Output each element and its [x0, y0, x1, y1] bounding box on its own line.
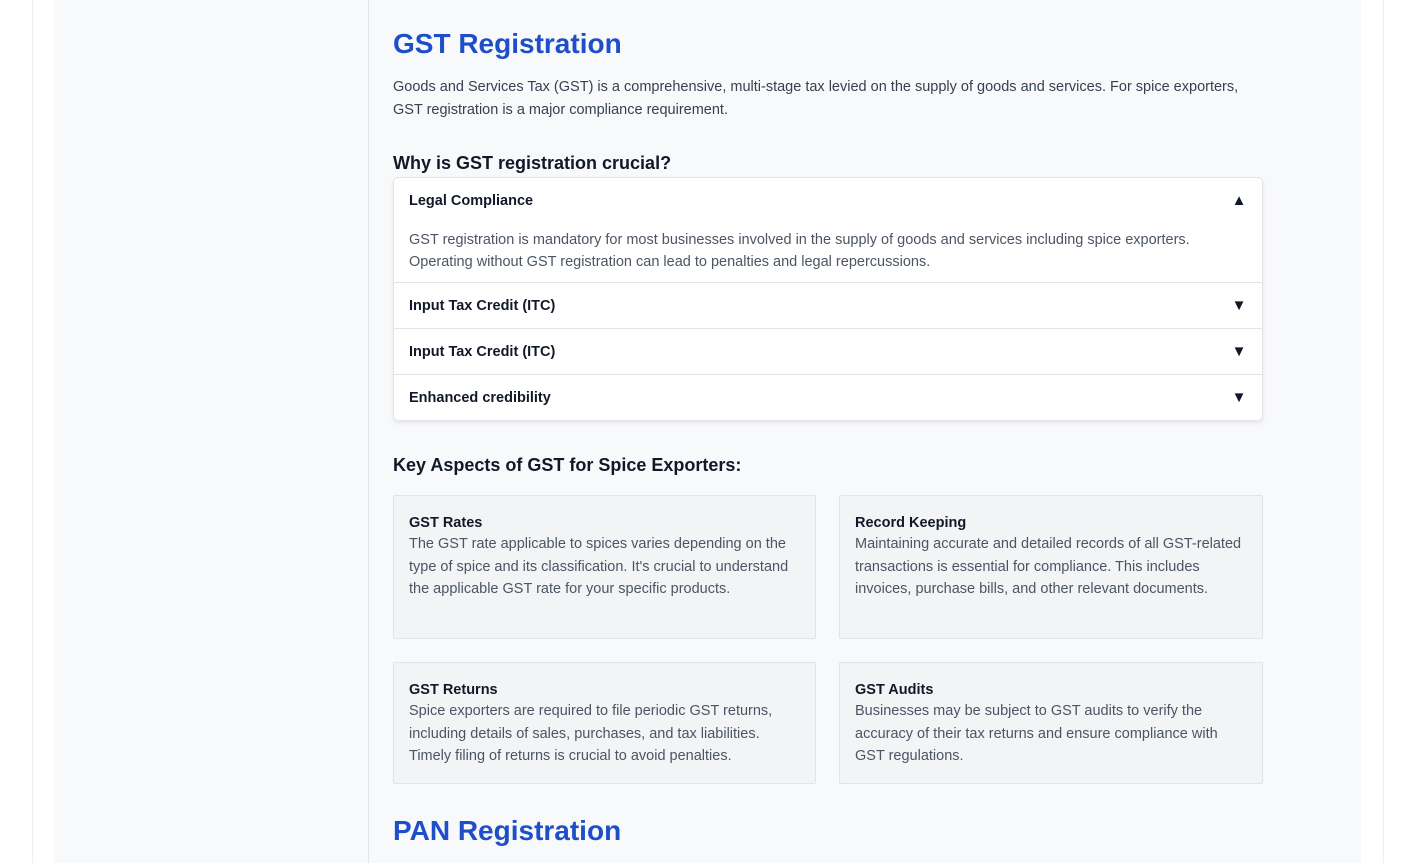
card-text: Businesses may be subject to GST audits … — [855, 703, 1218, 764]
gst-accordion: Legal Compliance ▲ GST registration is m… — [393, 177, 1263, 421]
card-gst-returns: GST Returns Spice exporters are required… — [393, 662, 816, 784]
gst-intro-text: Goods and Services Tax (GST) is a compre… — [393, 79, 1239, 118]
chevron-down-icon: ▼ — [1231, 343, 1247, 360]
accordion-header-input-tax-credit[interactable]: Input Tax Credit (ITC) ▼ — [394, 283, 1262, 328]
accordion-item-input-tax-credit-2: Input Tax Credit (ITC) ▼ — [394, 328, 1262, 374]
accordion-item-enhanced-credibility: Enhanced credibility ▼ — [394, 374, 1262, 420]
accordion-title: Input Tax Credit (ITC) — [409, 297, 556, 314]
accordion-item-input-tax-credit: Input Tax Credit (ITC) ▼ — [394, 282, 1262, 328]
chevron-up-icon: ▲ — [1231, 192, 1247, 209]
accordion-header-input-tax-credit-2[interactable]: Input Tax Credit (ITC) ▼ — [394, 329, 1262, 374]
card-gst-audits: GST Audits Businesses may be subject to … — [839, 662, 1263, 784]
card-title: GST Returns — [409, 682, 498, 698]
accordion-title: Legal Compliance — [409, 192, 534, 209]
card-text: The GST rate applicable to spices varies… — [409, 536, 789, 597]
sidebar-panel — [54, 0, 369, 863]
accordion-header-legal-compliance[interactable]: Legal Compliance ▲ — [394, 178, 1262, 223]
card-title: Record Keeping — [855, 515, 967, 531]
card-text: Maintaining accurate and detailed record… — [855, 536, 1242, 597]
card-record-keeping: Record Keeping Maintaining accurate and … — [839, 495, 1263, 639]
chevron-down-icon: ▼ — [1231, 297, 1247, 314]
pan-section-title: PAN Registration — [393, 815, 622, 846]
accordion-header-enhanced-credibility[interactable]: Enhanced credibility ▼ — [394, 375, 1262, 420]
accordion-body-legal-compliance: GST registration is mandatory for most b… — [409, 232, 1190, 270]
accordion-item-legal-compliance: Legal Compliance ▲ GST registration is m… — [394, 178, 1262, 282]
why-gst-heading: Why is GST registration crucial? — [393, 153, 672, 173]
card-title: GST Rates — [409, 515, 483, 531]
chevron-down-icon: ▼ — [1231, 389, 1247, 406]
accordion-title: Input Tax Credit (ITC) — [409, 343, 556, 360]
card-gst-rates: GST Rates The GST rate applicable to spi… — [393, 495, 816, 639]
card-title: GST Audits — [855, 682, 934, 698]
key-aspects-heading: Key Aspects of GST for Spice Exporters: — [393, 455, 742, 475]
accordion-title: Enhanced credibility — [409, 389, 551, 406]
gst-section-title: GST Registration — [393, 28, 622, 59]
card-text: Spice exporters are required to file per… — [409, 703, 773, 764]
